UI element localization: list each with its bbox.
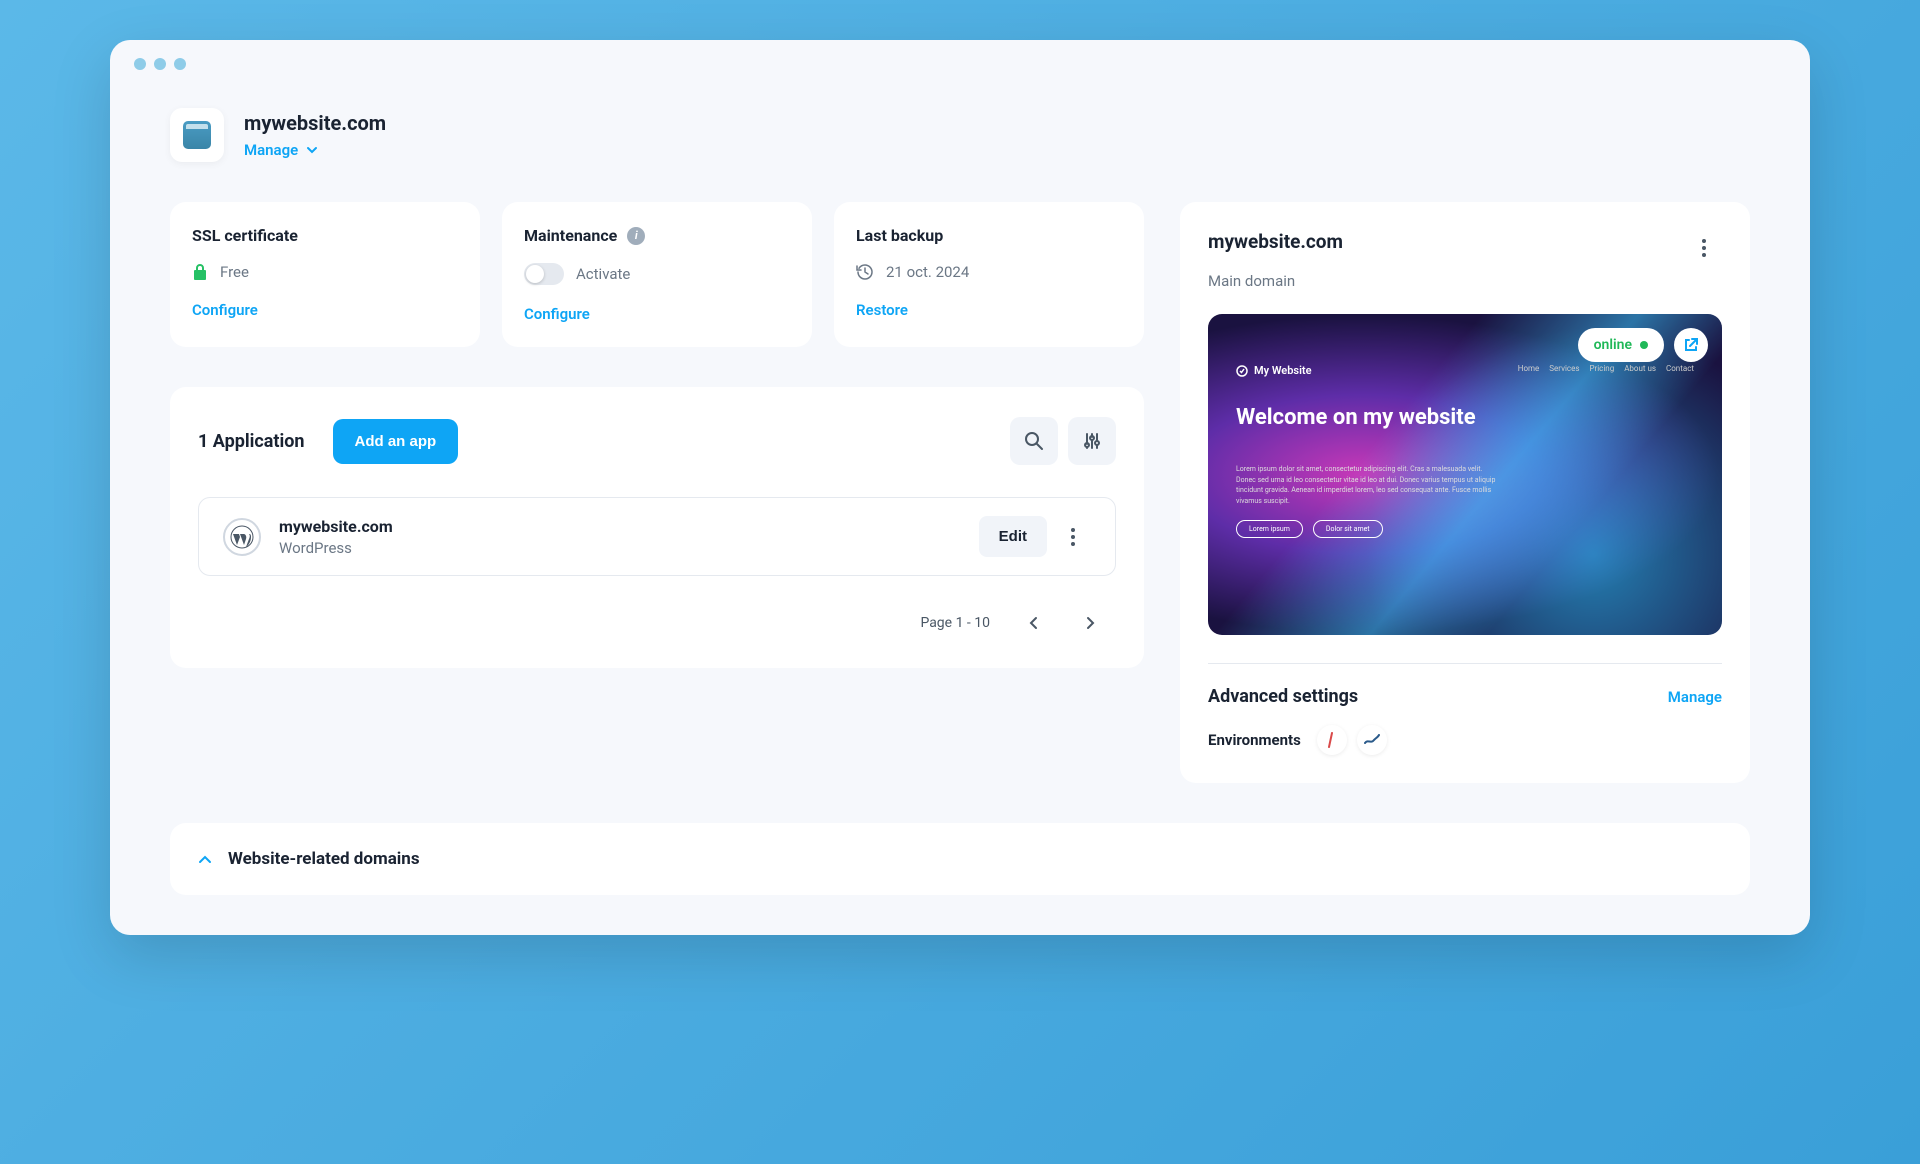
app-name: mywebsite.com — [279, 517, 393, 536]
thumbnail-headline: Welcome on my website — [1236, 405, 1694, 430]
maintenance-title: Maintenance — [524, 226, 617, 245]
domains-title: Website-related domains — [228, 849, 420, 869]
maintenance-value: Activate — [576, 265, 630, 283]
app-row[interactable]: mywebsite.com WordPress Edit — [198, 497, 1116, 576]
filter-button[interactable] — [1068, 417, 1116, 465]
add-app-button[interactable]: Add an app — [333, 419, 459, 464]
ssl-title: SSL certificate — [192, 226, 458, 245]
domain-preview-panel: mywebsite.com Main domain online — [1180, 202, 1750, 783]
preview-subtitle: Main domain — [1208, 272, 1722, 290]
edit-app-button[interactable]: Edit — [979, 516, 1047, 557]
chevron-down-icon — [306, 144, 318, 156]
pagination-label: Page 1 - 10 — [920, 615, 990, 631]
advanced-manage-link[interactable]: Manage — [1668, 688, 1722, 706]
backup-restore-link[interactable]: Restore — [856, 301, 1122, 319]
prev-page-button[interactable] — [1018, 608, 1048, 638]
window-titlebar — [110, 40, 1810, 88]
more-vertical-icon — [1071, 528, 1075, 546]
wave-icon — [1364, 734, 1380, 746]
apps-count: 1 Application — [198, 431, 305, 452]
backup-title: Last backup — [856, 226, 1122, 245]
divider — [1208, 663, 1722, 664]
ssl-value: Free — [220, 263, 249, 281]
history-icon — [856, 263, 874, 281]
site-thumbnail[interactable]: online My Website HomeServi — [1208, 314, 1722, 635]
page-header: mywebsite.com Manage — [170, 108, 1750, 162]
env-icon-mariadb[interactable] — [1357, 725, 1387, 755]
window-control-dot[interactable] — [154, 58, 166, 70]
maintenance-card: Maintenance i Activate Configure — [502, 202, 812, 347]
advanced-title: Advanced settings — [1208, 686, 1358, 707]
preview-domain: mywebsite.com — [1208, 230, 1343, 253]
next-page-button[interactable] — [1076, 608, 1106, 638]
backup-card: Last backup 21 oct. 2024 Restore — [834, 202, 1144, 347]
info-icon[interactable]: i — [627, 227, 645, 245]
domains-section[interactable]: Website-related domains — [170, 823, 1750, 895]
sliders-icon — [1082, 431, 1102, 451]
site-icon — [170, 108, 224, 162]
thumbnail-body: Lorem ipsum dolor sit amet, consectetur … — [1236, 464, 1502, 506]
search-icon — [1024, 431, 1044, 451]
manage-dropdown[interactable]: Manage — [244, 141, 386, 159]
chevron-up-icon — [198, 854, 212, 864]
thumbnail-nav: HomeServicesPricingAbout usContact — [1518, 364, 1694, 373]
pagination: Page 1 - 10 — [198, 608, 1116, 638]
env-icon-ruby[interactable] — [1317, 725, 1347, 755]
chevron-right-icon — [1086, 616, 1096, 630]
applications-section: 1 Application Add an app — [170, 387, 1144, 668]
thumb-cta-1: Lorem ipsum — [1236, 520, 1303, 538]
window-control-dot[interactable] — [174, 58, 186, 70]
thumb-cta-2: Dolor sit amet — [1313, 520, 1383, 538]
more-vertical-icon — [1702, 239, 1706, 257]
app-type: WordPress — [279, 539, 393, 557]
app-more-button[interactable] — [1055, 519, 1091, 555]
ssl-configure-link[interactable]: Configure — [192, 301, 458, 319]
maintenance-toggle[interactable] — [524, 263, 564, 285]
backup-value: 21 oct. 2024 — [886, 263, 969, 281]
wordpress-icon — [223, 518, 261, 556]
site-name: mywebsite.com — [244, 111, 386, 135]
panel-more-button[interactable] — [1686, 230, 1722, 266]
browser-window-icon — [183, 121, 211, 149]
environments-label: Environments — [1208, 731, 1301, 749]
feather-icon — [1325, 732, 1339, 748]
ssl-card: SSL certificate Free Configure — [170, 202, 480, 347]
window-control-dot[interactable] — [134, 58, 146, 70]
maintenance-configure-link[interactable]: Configure — [524, 305, 790, 323]
manage-label: Manage — [244, 141, 298, 159]
search-button[interactable] — [1010, 417, 1058, 465]
lock-icon — [192, 263, 208, 281]
chevron-left-icon — [1028, 616, 1038, 630]
app-window: mywebsite.com Manage SSL certificate Fre… — [110, 40, 1810, 935]
